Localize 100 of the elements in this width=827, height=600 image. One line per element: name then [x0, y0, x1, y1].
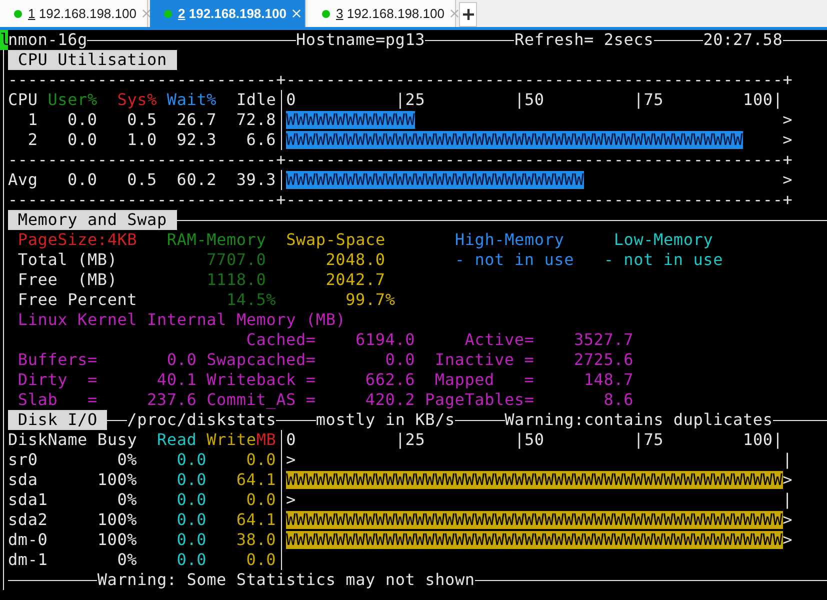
- column-header: MB: [256, 430, 276, 450]
- scale-edge: |: [782, 490, 792, 510]
- table-cell-text: 0.0: [176, 470, 207, 490]
- table-cell-text: 14.5%: [225, 290, 276, 310]
- table-cell-text: 0%: [116, 550, 138, 570]
- table-cell-text: 3527.7: [572, 330, 634, 350]
- cursor: l: [0, 30, 8, 50]
- row-label: Cached=: [245, 330, 316, 350]
- table-cell-text: 148.7: [582, 370, 634, 390]
- warning-text: Warning: Some Statistics may not shown: [97, 570, 475, 590]
- row-label: Total (MB): [18, 250, 118, 270]
- dashed-rule: ---------------------------+--------------------------------------------------+: [8, 150, 793, 170]
- table-cell-text: 64.1: [235, 470, 276, 490]
- column-header: DiskName: [8, 430, 88, 450]
- usage-bar: WWWWWWWWWWWWW: [286, 111, 416, 129]
- column-header: Wait%: [166, 90, 217, 110]
- tab[interactable]: 2 192.168.198.100: [150, 0, 306, 27]
- source-label: /proc/diskstats: [127, 410, 276, 430]
- table-cell: Avg: [8, 170, 38, 190]
- table-cell: - not in use: [454, 250, 574, 270]
- warning-text: Warning:contains duplicates: [504, 410, 773, 430]
- table-cell-text: 72.8: [235, 110, 276, 130]
- overflow-marker: >: [782, 110, 792, 130]
- scale-text: 0 |25 |50 |75 100|: [286, 90, 783, 110]
- column-header: User%: [48, 90, 98, 110]
- column-header: Sys%: [117, 90, 157, 110]
- status-dot: [164, 10, 172, 18]
- table-cell-text: 38.0: [235, 530, 276, 550]
- close-icon[interactable]: [142, 9, 152, 18]
- table-cell-text: 26.7: [176, 110, 217, 130]
- table-cell-text: 0.5: [126, 110, 157, 130]
- table-cell-text: 0.0: [245, 450, 276, 470]
- usage-bar: WWWWWWWWWWWWWWWWWWWWWWWWWWWWWWWWWWWWWWWWWWWWWWWWWW: [286, 471, 783, 489]
- table-cell-text: 420.2: [364, 390, 416, 410]
- table-cell-text: 237.6: [146, 390, 197, 410]
- column-header: Write: [206, 430, 256, 450]
- units-label: mostly in KB/s: [316, 410, 455, 430]
- column-header: Low-Memory: [614, 230, 714, 250]
- table-cell-text: 1.0: [126, 130, 157, 150]
- table-cell-text: 0.0: [66, 110, 98, 130]
- column-header: CPU: [8, 90, 38, 110]
- table-cell-text: sda1: [8, 490, 49, 510]
- table-cell-text: 39.3: [235, 170, 276, 190]
- table-cell-text: 8.6: [602, 390, 634, 410]
- refresh-label: Refresh= 2secs: [514, 30, 654, 50]
- scale-text: 0 |25 |50 |75 100|: [286, 430, 783, 450]
- row-label: Writeback =: [206, 370, 316, 390]
- tab[interactable]: 3 192.168.198.100: [308, 0, 456, 27]
- column-header: Swap-Space: [286, 230, 386, 250]
- row-label: Free Percent: [18, 290, 138, 310]
- row-label: Swapcached=: [206, 350, 316, 370]
- table-cell-text: 0.0: [176, 490, 207, 510]
- table-cell-text: 1: [26, 110, 38, 130]
- hostname-label: Hostname=pg13: [296, 30, 426, 50]
- status-dot: [14, 10, 22, 18]
- table-cell-text: 0.0: [176, 530, 207, 550]
- table-cell-text: 0.0: [245, 550, 276, 570]
- table-cell-text: 2725.6: [572, 350, 634, 370]
- row-label: PageTables=: [425, 390, 534, 410]
- column-header: Idle: [236, 90, 276, 110]
- table-cell-text: 2048.0: [324, 250, 386, 270]
- subsection-title: Linux Kernel Internal Memory (MB): [18, 310, 346, 330]
- table-cell-text: 2: [26, 130, 38, 150]
- table-cell: 100%: [97, 510, 138, 530]
- close-icon[interactable]: [450, 9, 460, 18]
- overflow-marker: >: [782, 470, 793, 490]
- usage-bar: WWWWWWWWWWWWWWWWWWWWWWWWWWWWWW: [286, 171, 584, 189]
- section-title: Memory and Swap: [8, 210, 177, 230]
- dashed-rule: ---------------------------+--------------------------------------------------+: [8, 190, 793, 210]
- section-title: Disk I/O: [8, 410, 108, 430]
- table-cell-text: sda2: [8, 510, 49, 530]
- column-header: PageSize:4KB: [18, 230, 138, 250]
- table-cell-text: 0.5: [126, 170, 157, 190]
- table-cell-text: 0%: [116, 450, 138, 470]
- table-cell-text: 662.6: [364, 370, 416, 390]
- column-header: RAM-Memory: [166, 230, 266, 250]
- table-cell-text: 1118.0: [206, 270, 266, 290]
- row-label: Dirty =: [18, 370, 98, 390]
- usage-bar: WWWWWWWWWWWWWWWWWWWWWWWWWWWWWWWWWWWWWWWWWWWWWWWWWW: [286, 511, 783, 529]
- row-label: Buffers=: [18, 350, 98, 370]
- table-cell-text: 0.0: [176, 550, 207, 570]
- tab[interactable]: 1 192.168.198.100: [0, 0, 148, 27]
- table-cell: - not in use: [604, 250, 724, 270]
- table-cell-text: 0.0: [176, 450, 207, 470]
- row-label: Inactive =: [434, 350, 534, 370]
- table-cell-text: 40.1: [156, 370, 197, 390]
- table-cell: 100%: [97, 530, 138, 550]
- status-dot: [322, 10, 330, 18]
- new-tab-button[interactable]: [459, 2, 477, 27]
- table-cell-text: 6.6: [245, 130, 276, 150]
- plus-icon[interactable]: [462, 9, 474, 20]
- dashed-rule: ---------------------------+--------------------------------------------------+: [8, 70, 793, 90]
- usage-bar: WWWWWWWWWWWWWWWWWWWWWWWWWWWWWWWWWWWWWWWWWWWWWWWWWW: [286, 531, 783, 549]
- column-header: Busy: [97, 430, 138, 450]
- overflow-marker: >: [782, 510, 793, 530]
- overflow-marker: >: [782, 530, 793, 550]
- table-cell-text: 0.0: [384, 350, 416, 370]
- column-header: Read: [156, 430, 197, 450]
- table-cell-text: sda: [8, 470, 39, 490]
- overflow-marker: >: [286, 450, 296, 470]
